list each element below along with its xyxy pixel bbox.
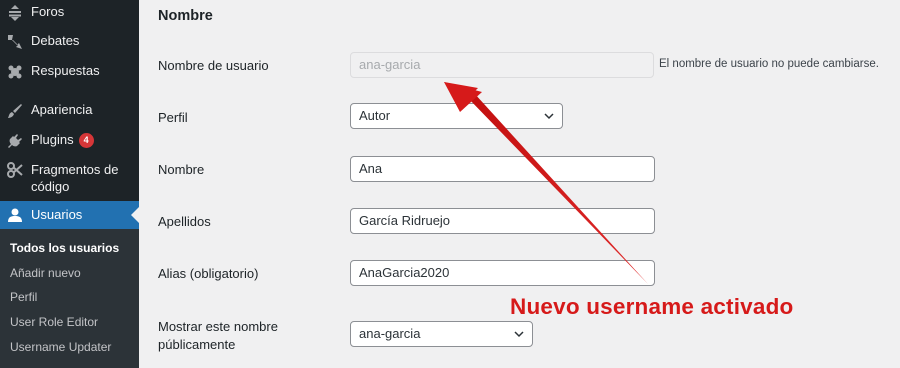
sidebar-item-debates[interactable]: Debates bbox=[0, 33, 139, 51]
scissors-icon bbox=[6, 161, 24, 179]
annotation-text: Nuevo username activado bbox=[510, 294, 794, 319]
replies-icon bbox=[6, 63, 24, 81]
sidebar-item-label-wrap: Plugins 4 bbox=[31, 132, 94, 148]
update-count-badge: 4 bbox=[78, 133, 94, 148]
section-title: Nombre bbox=[158, 8, 213, 24]
paintbrush-icon bbox=[6, 102, 24, 120]
submenu-item-all-users[interactable]: Todos los usuarios bbox=[10, 241, 119, 255]
nickname-input[interactable]: AnaGarcia2020 bbox=[350, 260, 655, 286]
plugin-icon bbox=[6, 132, 24, 150]
sidebar-item-apariencia[interactable]: Apariencia bbox=[0, 102, 139, 120]
role-select[interactable]: Autor bbox=[350, 103, 563, 129]
sidebar-item-label: Foros bbox=[31, 4, 65, 19]
sidebar-item-label: Debates bbox=[31, 33, 80, 48]
role-label: Perfil bbox=[158, 110, 188, 125]
last-name-label: Apellidos bbox=[158, 214, 211, 229]
sidebar-item-label: Apariencia bbox=[31, 102, 93, 117]
sidebar-item-respuestas[interactable]: Respuestas bbox=[0, 63, 139, 81]
sidebar-item-label: Plugins bbox=[31, 132, 74, 147]
sidebar-item-usuarios[interactable]: Usuarios bbox=[0, 201, 139, 229]
first-name-label: Nombre bbox=[158, 162, 205, 177]
submenu-item-user-role-editor[interactable]: User Role Editor bbox=[10, 315, 98, 329]
sidebar-item-label: Respuestas bbox=[31, 63, 100, 78]
forum-icon bbox=[6, 4, 24, 22]
sidebar-item-label: Usuarios bbox=[31, 207, 83, 222]
submenu-item-username-updater[interactable]: Username Updater bbox=[10, 340, 111, 354]
display-name-label-line2: públicamente bbox=[158, 337, 236, 352]
active-indicator bbox=[131, 207, 139, 223]
chevron-down-icon bbox=[544, 113, 554, 120]
last-name-input[interactable]: García Ridruejo bbox=[350, 208, 655, 234]
chevron-down-icon bbox=[514, 331, 524, 338]
topics-icon bbox=[6, 33, 24, 51]
admin-sidebar: Foros Debates Respuestas Apariencia Plug… bbox=[0, 0, 139, 368]
submenu-item-add-new[interactable]: Añadir nuevo bbox=[10, 266, 81, 280]
sidebar-item-plugins[interactable]: Plugins 4 bbox=[0, 132, 139, 150]
username-input: ana-garcia bbox=[350, 52, 654, 78]
role-select-value: Autor bbox=[359, 108, 391, 123]
users-submenu: Todos los usuarios Añadir nuevo Perfil U… bbox=[0, 229, 139, 368]
nickname-label: Alias (obligatorio) bbox=[158, 266, 259, 281]
display-name-select-value: ana-garcia bbox=[359, 326, 421, 341]
sidebar-item-foros[interactable]: Foros bbox=[0, 4, 139, 22]
submenu-item-profile[interactable]: Perfil bbox=[10, 290, 37, 304]
display-name-label: Mostrar este nombre bbox=[158, 319, 278, 334]
username-hint: El nombre de usuario no puede cambiarse. bbox=[659, 58, 879, 70]
display-name-select[interactable]: ana-garcia bbox=[350, 321, 533, 347]
username-label: Nombre de usuario bbox=[158, 58, 269, 73]
user-icon bbox=[6, 206, 24, 224]
sidebar-item-fragmentos[interactable]: Fragmentos de código bbox=[0, 161, 139, 195]
sidebar-item-label-line2: código bbox=[31, 179, 70, 194]
first-name-input[interactable]: Ana bbox=[350, 156, 655, 182]
sidebar-item-label: Fragmentos de bbox=[31, 162, 119, 177]
